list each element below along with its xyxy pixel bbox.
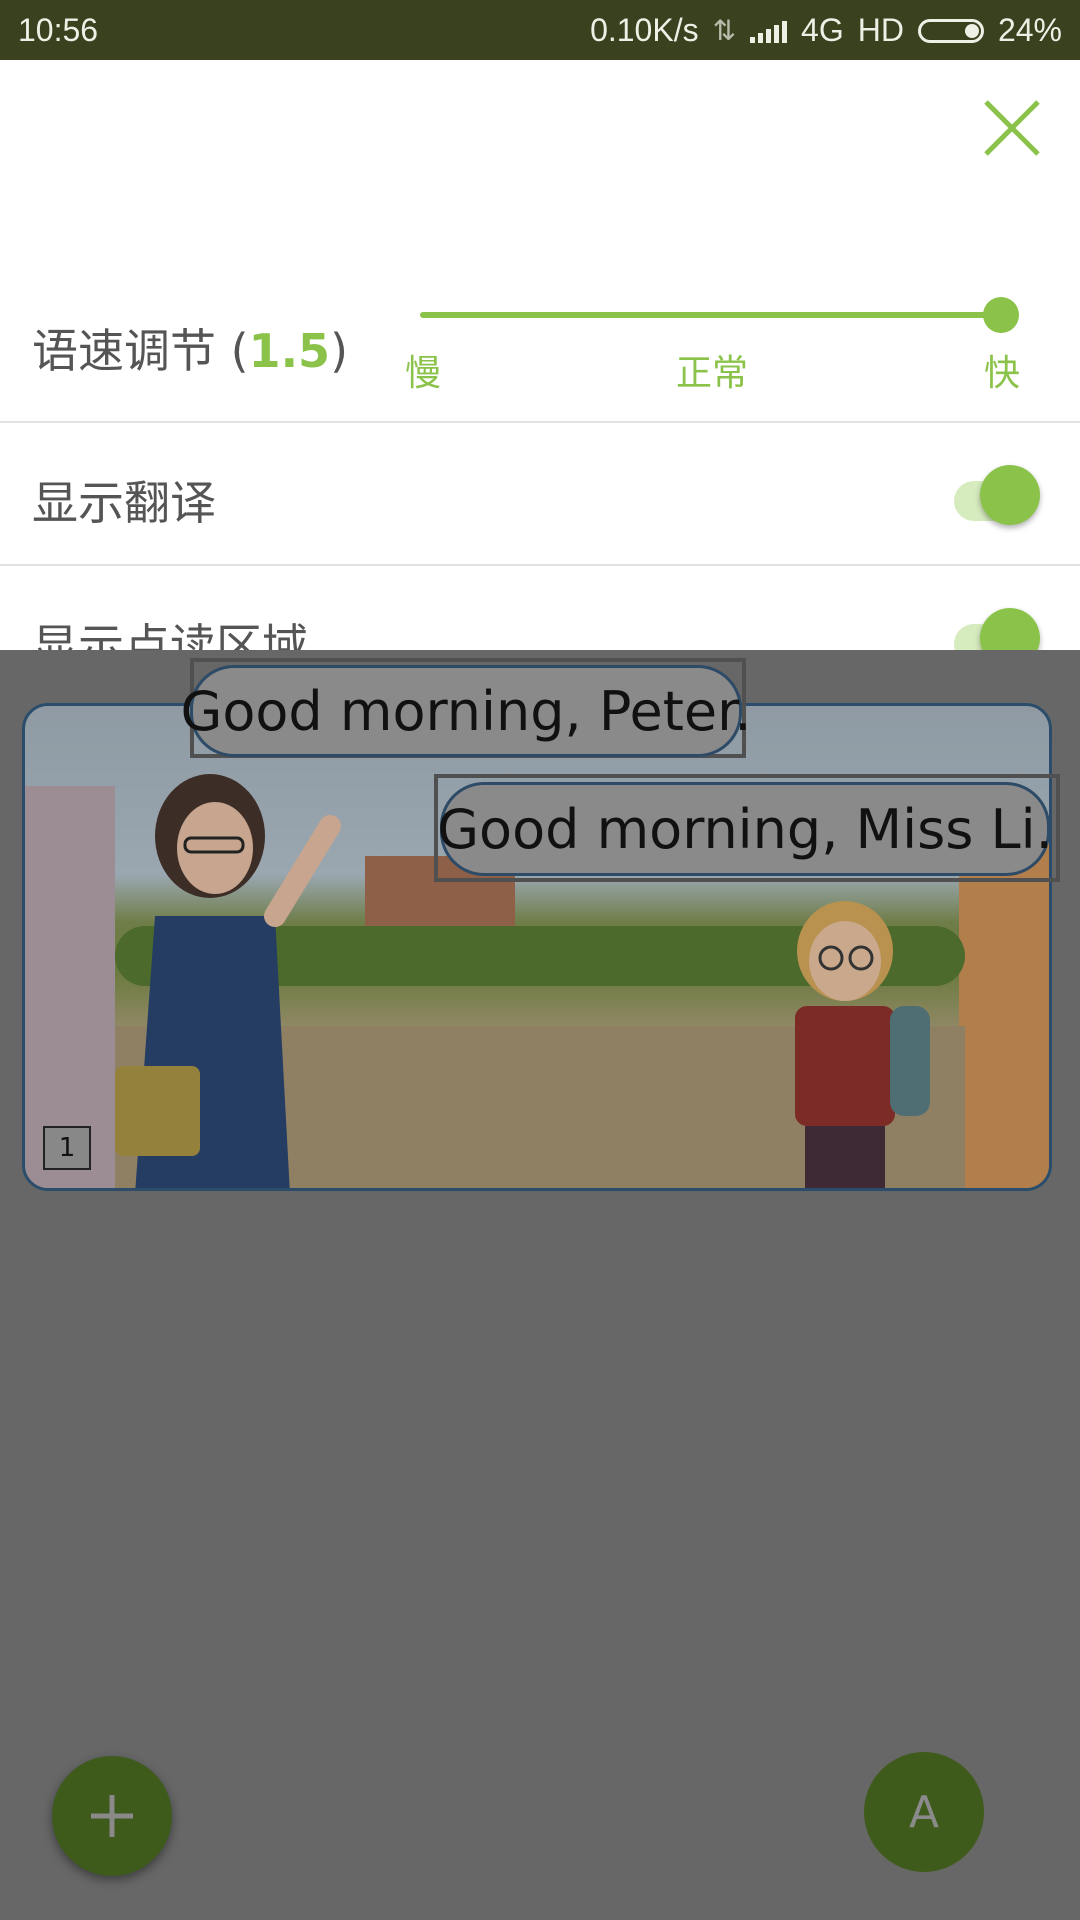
battery-icon bbox=[917, 18, 984, 43]
signal-icon bbox=[750, 19, 788, 43]
speed-tick-fast: 快 bbox=[984, 353, 1021, 394]
speech-bubble-boy[interactable]: Good morning, Miss Li. bbox=[437, 782, 1053, 876]
add-button[interactable] bbox=[52, 1756, 172, 1876]
net-speed: 0.10K/s bbox=[590, 12, 699, 48]
network-type: 4G bbox=[801, 12, 844, 48]
speed-slider-track[interactable] bbox=[420, 312, 1002, 318]
boy-illustration bbox=[795, 901, 930, 1188]
speed-slider-thumb[interactable] bbox=[983, 297, 1019, 333]
speed-label: 语速调节 (1.5) bbox=[32, 324, 349, 378]
speed-setting-row: 语速调节 (1.5) 慢 正常 快 bbox=[0, 220, 1080, 423]
speed-tick-normal: 正常 bbox=[676, 353, 749, 394]
panel-number: 1 bbox=[43, 1126, 91, 1170]
speed-tick-slow: 慢 bbox=[405, 353, 442, 394]
show-translation-row[interactable]: 显示翻译 bbox=[0, 423, 1080, 566]
clock: 10:56 bbox=[18, 12, 99, 48]
speed-value: 1.5 bbox=[248, 324, 331, 378]
speech-bubble-teacher[interactable]: Good morning, Peter. bbox=[181, 665, 752, 757]
data-transfer-icon: ⇅ bbox=[712, 15, 737, 46]
a-button[interactable]: A bbox=[864, 1752, 984, 1872]
hd-indicator: HD bbox=[857, 12, 904, 48]
close-button[interactable] bbox=[982, 98, 1042, 158]
status-indicators: 0.10K/s ⇅ 4G HD 24% bbox=[590, 12, 1062, 49]
show-translation-label: 显示翻译 bbox=[32, 476, 216, 530]
plus-icon bbox=[91, 1795, 133, 1837]
settings-panel: 语速调节 (1.5) 慢 正常 快 显示翻译 显示点读区域 bbox=[0, 60, 1080, 709]
teacher-illustration bbox=[115, 774, 341, 1188]
status-bar: 10:56 0.10K/s ⇅ 4G HD 24% bbox=[0, 0, 1080, 60]
close-icon bbox=[984, 100, 1040, 156]
battery-percent: 24% bbox=[997, 12, 1062, 48]
show-translation-toggle[interactable] bbox=[950, 465, 1040, 525]
